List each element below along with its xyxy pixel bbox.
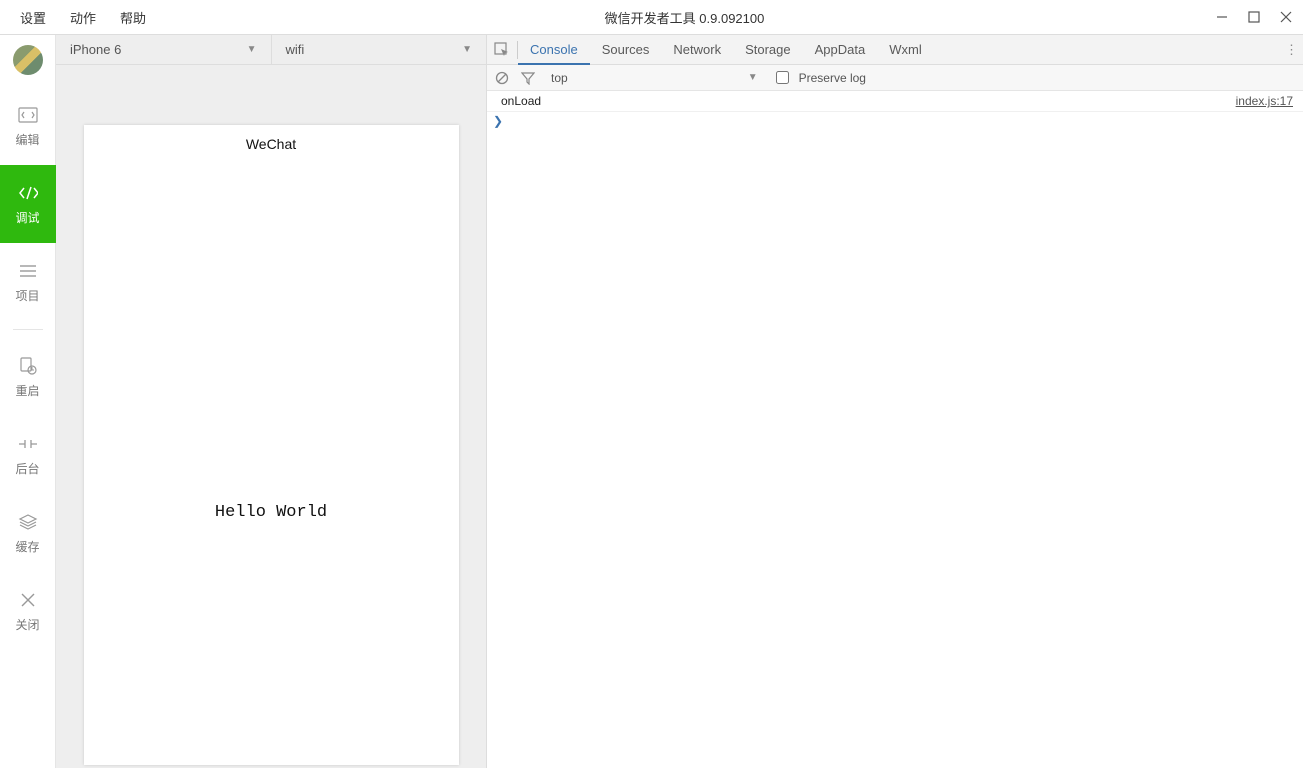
devtools-tabs: Console Sources Network Storage AppData … [487,35,1303,65]
code-icon [18,105,38,125]
menu-actions[interactable]: 动作 [58,8,108,27]
app-content: Hello World [84,163,459,765]
sidebar-label: 调试 [15,209,39,226]
minimize-icon[interactable] [1211,6,1233,28]
tab-storage[interactable]: Storage [733,35,803,65]
window-controls [1211,6,1303,28]
device-label: iPhone 6 [70,42,121,57]
sidebar-item-cache[interactable]: 缓存 [0,494,56,572]
x-icon [18,590,38,610]
more-icon[interactable]: ⋮ [1281,42,1303,58]
network-label: wifi [286,42,305,57]
left-sidebar: 编辑 调试 项目 重启 后台 缓存 关闭 [0,35,56,768]
preserve-log-checkbox[interactable] [776,71,789,84]
maximize-icon[interactable] [1243,6,1265,28]
sidebar-divider [13,329,43,330]
network-select[interactable]: wifi ▼ [272,35,487,64]
tab-console[interactable]: Console [518,35,590,65]
avatar[interactable] [13,45,43,75]
scope-select[interactable]: top [547,71,568,85]
tab-sources[interactable]: Sources [590,35,662,65]
window-title: 微信开发者工具 0.9.092100 [158,8,1211,27]
console-output: onLoad index.js:17 ❯ [487,91,1303,768]
tab-wxml[interactable]: Wxml [877,35,934,65]
simulator-viewport: WeChat Hello World [56,65,486,768]
console-filter-bar: top ▼ Preserve log [487,65,1303,91]
background-icon [18,434,38,454]
tab-network[interactable]: Network [661,35,733,65]
sidebar-item-close[interactable]: 关闭 [0,572,56,650]
sidebar-label: 关闭 [15,616,39,633]
sidebar-item-debug[interactable]: 调试 [0,165,56,243]
chevron-down-icon: ▼ [247,44,257,55]
element-picker-icon[interactable] [487,42,517,58]
close-icon[interactable] [1275,6,1297,28]
sidebar-label: 后台 [15,460,39,477]
app-title: WeChat [84,125,459,163]
sidebar-item-restart[interactable]: 重启 [0,338,56,416]
filter-icon[interactable] [521,71,537,85]
sidebar-label: 编辑 [15,131,39,148]
sidebar-label: 项目 [15,287,39,304]
sidebar-item-background[interactable]: 后台 [0,416,56,494]
restart-icon [18,356,38,376]
sidebar-item-edit[interactable]: 编辑 [0,87,56,165]
simulator-panel: iPhone 6 ▼ wifi ▼ WeChat Hello World [56,35,486,768]
chevron-down-icon: ▼ [748,72,758,83]
device-select[interactable]: iPhone 6 ▼ [56,35,272,64]
menu-help[interactable]: 帮助 [108,8,158,27]
sidebar-label: 缓存 [15,538,39,555]
debug-icon [18,183,38,203]
log-source-link[interactable]: index.js:17 [1236,94,1293,108]
preserve-log-label: Preserve log [799,71,866,85]
sidebar-item-project[interactable]: 项目 [0,243,56,321]
simulator-toolbar: iPhone 6 ▼ wifi ▼ [56,35,486,65]
console-entry: onLoad index.js:17 [487,91,1303,112]
main-menu: 设置 动作 帮助 [0,8,158,27]
title-bar: 设置 动作 帮助 微信开发者工具 0.9.092100 [0,0,1303,35]
list-icon [18,261,38,281]
tab-appdata[interactable]: AppData [803,35,878,65]
clear-icon[interactable] [495,71,511,85]
console-prompt[interactable]: ❯ [487,112,1303,130]
sidebar-label: 重启 [15,382,39,399]
layers-icon [18,512,38,532]
chevron-down-icon: ▼ [462,44,472,55]
log-message: onLoad [501,94,541,108]
menu-settings[interactable]: 设置 [8,8,58,27]
devtools-panel: Console Sources Network Storage AppData … [486,35,1303,768]
phone-frame: WeChat Hello World [84,125,459,765]
